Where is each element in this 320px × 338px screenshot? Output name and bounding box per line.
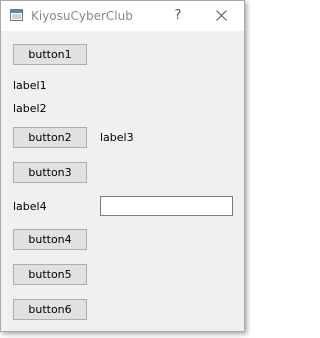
close-button[interactable]: [207, 6, 235, 26]
button1[interactable]: button1: [13, 44, 87, 65]
label1: label1: [13, 79, 47, 92]
label3: label3: [100, 131, 134, 144]
button3[interactable]: button3: [13, 162, 87, 183]
label2: label2: [13, 102, 47, 115]
close-icon: [215, 10, 227, 21]
button6[interactable]: button6: [13, 299, 87, 320]
app-window-icon: [10, 9, 23, 21]
window-title: KiyosuCyberClub: [31, 9, 133, 23]
button4[interactable]: button4: [13, 229, 87, 250]
text-input[interactable]: [100, 196, 233, 216]
help-button[interactable]: ?: [164, 6, 192, 26]
app-window: KiyosuCyberClub ? button1 label1 label2 …: [0, 0, 245, 332]
button5[interactable]: button5: [13, 264, 87, 285]
title-bar[interactable]: KiyosuCyberClub ?: [1, 1, 244, 31]
button2[interactable]: button2: [13, 127, 87, 148]
label4: label4: [13, 200, 47, 213]
